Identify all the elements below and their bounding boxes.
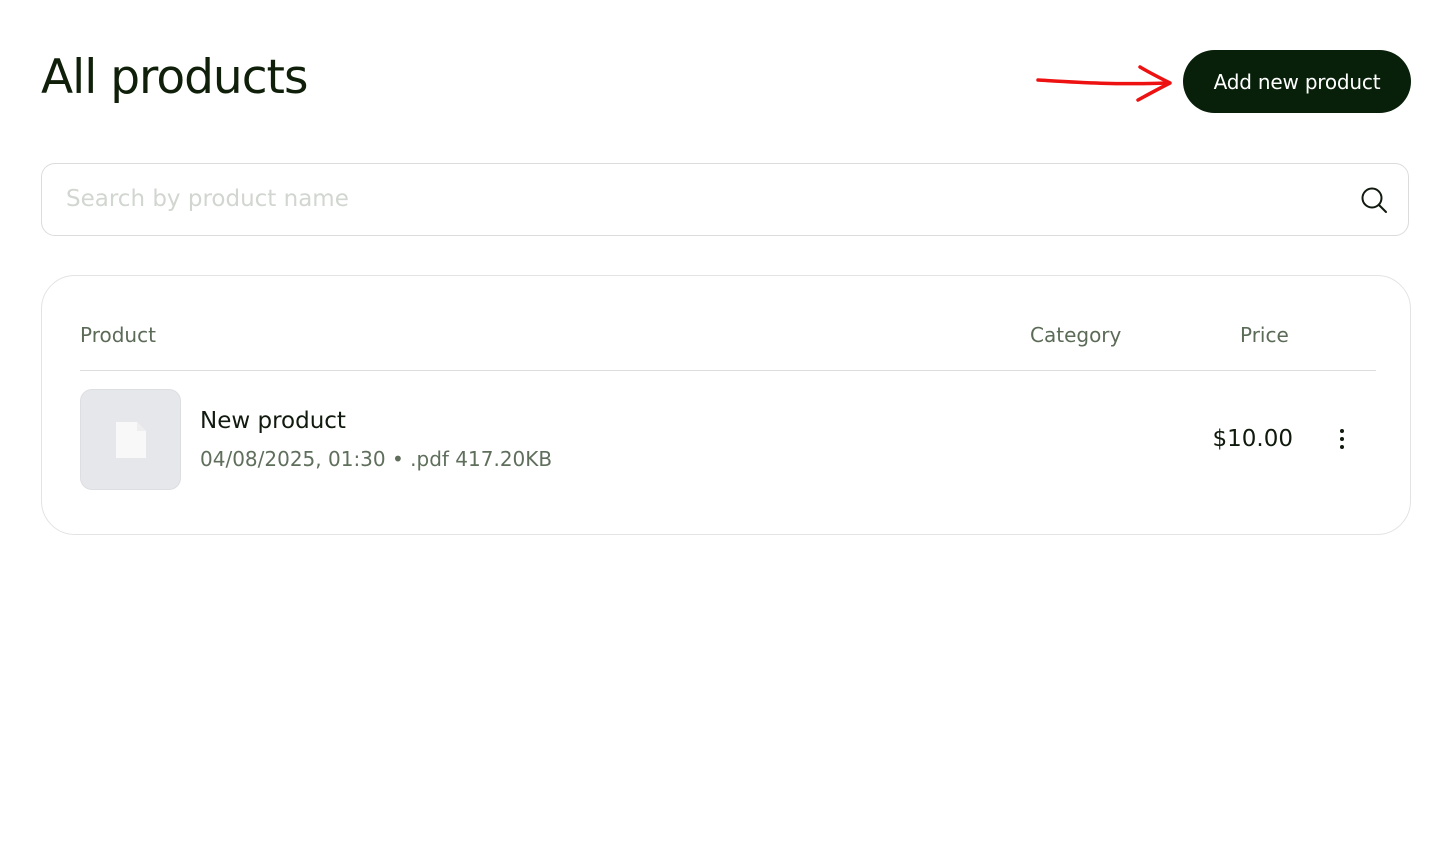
- product-name[interactable]: New product: [200, 405, 346, 437]
- column-header-category: Category: [1030, 323, 1122, 347]
- column-header-price: Price: [1240, 323, 1289, 347]
- file-icon: [116, 422, 146, 458]
- products-page: All products Add new product Product Cat…: [0, 0, 1450, 846]
- search-icon[interactable]: [1360, 186, 1388, 214]
- product-price: $10.00: [1212, 426, 1293, 452]
- add-new-product-button[interactable]: Add new product: [1183, 50, 1411, 113]
- search-input[interactable]: [66, 164, 1336, 234]
- products-table: Product Category Price New product 04/08…: [41, 275, 1411, 535]
- header-divider: [80, 370, 1376, 371]
- search-box: [41, 163, 1409, 236]
- row-menu-button[interactable]: [1330, 423, 1354, 455]
- column-header-product: Product: [80, 323, 156, 347]
- product-thumbnail[interactable]: [80, 389, 181, 490]
- red-arrow-icon: [1036, 65, 1172, 102]
- table-row[interactable]: New product 04/08/2025, 01:30 • .pdf 417…: [80, 389, 1376, 491]
- product-meta: 04/08/2025, 01:30 • .pdf 417.20KB: [200, 447, 553, 471]
- page-title: All products: [41, 50, 308, 105]
- more-vertical-icon: [1340, 429, 1344, 449]
